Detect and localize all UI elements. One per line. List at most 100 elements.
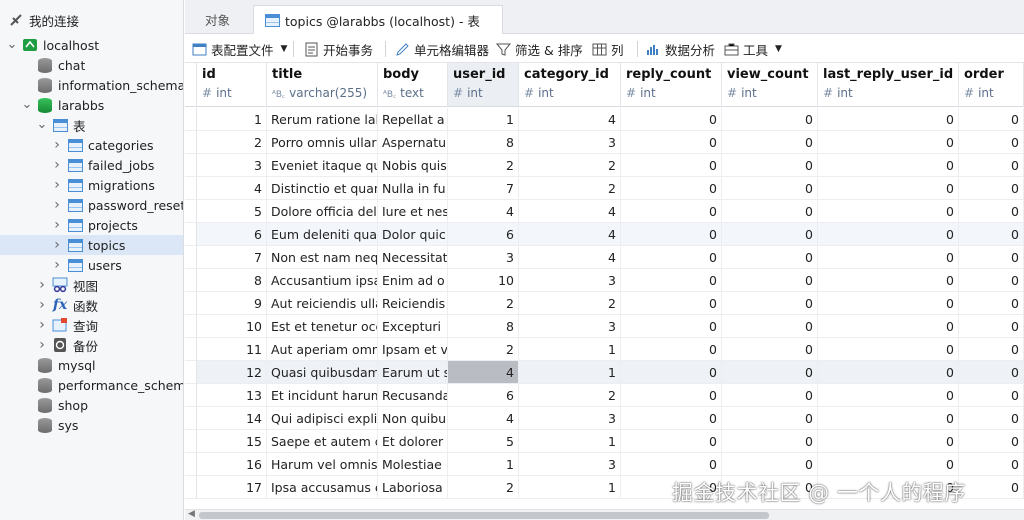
table-cell-last-reply-user-id[interactable]: 0	[818, 131, 959, 154]
table-cell-category-id[interactable]: 4	[519, 200, 621, 223]
table-cell-reply-count[interactable]: 0	[621, 430, 722, 453]
table-cell-view-count[interactable]: 0	[722, 269, 818, 292]
table-cell-last-reply-user-id[interactable]: 0	[818, 246, 959, 269]
row-gutter[interactable]	[185, 154, 197, 177]
table-cell-category-id[interactable]: 3	[519, 315, 621, 338]
sidebar-item-failed_jobs[interactable]: › failed_jobs	[0, 155, 183, 175]
table-cell-last-reply-user-id[interactable]: 0	[818, 108, 959, 131]
table-cell-view-count[interactable]: 0	[722, 131, 818, 154]
sidebar-item-[interactable]: › 备份	[0, 335, 183, 355]
table-cell-user-id[interactable]: 3	[448, 246, 519, 269]
column-header-order[interactable]: order # int	[959, 63, 1024, 107]
table-cell-body[interactable]: Molestiae	[378, 453, 448, 476]
table-cell-category-id[interactable]: 1	[519, 338, 621, 361]
column-header-last-reply-user-id[interactable]: last_reply_user_id # int	[818, 63, 959, 107]
table-cell-title[interactable]: Qui adipisci explic	[267, 407, 378, 430]
table-cell-id[interactable]: 15	[197, 430, 267, 453]
columns-button[interactable]: 列	[591, 39, 624, 59]
chevron-right-icon[interactable]: ›	[51, 177, 63, 193]
table-cell-user-id[interactable]: 1	[448, 108, 519, 131]
tab-topics-table[interactable]: topics @larabbs (localhost) - 表	[253, 5, 503, 34]
table-cell-title[interactable]: Distinctio et quan	[267, 177, 378, 200]
table-cell-reply-count[interactable]: 0	[621, 246, 722, 269]
row-gutter[interactable]	[185, 246, 197, 269]
table-cell-last-reply-user-id[interactable]: 0	[818, 338, 959, 361]
horizontal-scrollbar[interactable]: ◀	[185, 509, 1024, 520]
table-cell-body[interactable]: Dolor quic	[378, 223, 448, 246]
table-cell-user-id[interactable]: 2	[448, 338, 519, 361]
table-cell-title[interactable]: Est et tenetur occ	[267, 315, 378, 338]
table-cell-id[interactable]: 9	[197, 292, 267, 315]
sidebar-item-sys[interactable]: sys	[0, 415, 183, 435]
table-cell-id[interactable]: 4	[197, 177, 267, 200]
table-cell-order[interactable]: 0	[959, 430, 1024, 453]
table-cell-title[interactable]: Harum vel omnis	[267, 453, 378, 476]
filter-sort-button[interactable]: 筛选 & 排序	[495, 39, 583, 59]
table-cell-body[interactable]: Non quibu	[378, 407, 448, 430]
column-header-user-id[interactable]: user_id # int	[448, 63, 519, 107]
table-cell-last-reply-user-id[interactable]: 0	[818, 223, 959, 246]
column-header-body[interactable]: body ᴬB꜀ text	[378, 63, 448, 107]
scroll-left-icon[interactable]: ◀	[188, 509, 195, 519]
table-cell-title[interactable]: Non est nam neq	[267, 246, 378, 269]
chevron-right-icon[interactable]: ›	[51, 137, 63, 153]
table-cell-last-reply-user-id[interactable]: 0	[818, 154, 959, 177]
table-cell-last-reply-user-id[interactable]: 0	[818, 292, 959, 315]
table-cell-reply-count[interactable]: 0	[621, 223, 722, 246]
chevron-right-icon[interactable]: ›	[36, 297, 48, 313]
table-cell-reply-count[interactable]: 0	[621, 407, 722, 430]
table-cell-title[interactable]: Rerum ratione lab	[267, 108, 378, 131]
table-cell-id[interactable]: 12	[197, 361, 267, 384]
row-gutter[interactable]	[185, 200, 197, 223]
table-cell-id[interactable]: 13	[197, 384, 267, 407]
table-cell-order[interactable]: 0	[959, 200, 1024, 223]
table-cell-body[interactable]: Et dolorer	[378, 430, 448, 453]
table-cell-user-id[interactable]: 5	[448, 430, 519, 453]
table-cell-category-id[interactable]: 3	[519, 131, 621, 154]
table-cell-id[interactable]: 7	[197, 246, 267, 269]
table-cell-last-reply-user-id[interactable]: 0	[818, 407, 959, 430]
table-cell-view-count[interactable]: 0	[722, 200, 818, 223]
table-cell-id[interactable]: 16	[197, 453, 267, 476]
table-cell-id[interactable]: 11	[197, 338, 267, 361]
column-header-view-count[interactable]: view_count # int	[722, 63, 818, 107]
table-cell-view-count[interactable]: 0	[722, 246, 818, 269]
table-cell-id[interactable]: 3	[197, 154, 267, 177]
sidebar-item-users[interactable]: › users	[0, 255, 183, 275]
sidebar-item-larabbs[interactable]: ⌄ larabbs	[0, 95, 183, 115]
row-gutter[interactable]	[185, 407, 197, 430]
table-cell-last-reply-user-id[interactable]: 0	[818, 384, 959, 407]
table-cell-reply-count[interactable]: 0	[621, 154, 722, 177]
table-cell-body[interactable]: Nulla in fu	[378, 177, 448, 200]
table-cell-user-id[interactable]: 10	[448, 269, 519, 292]
sidebar-item-topics[interactable]: › topics	[0, 235, 183, 255]
table-cell-order[interactable]: 0	[959, 384, 1024, 407]
table-cell-id[interactable]: 2	[197, 131, 267, 154]
table-cell-order[interactable]: 0	[959, 154, 1024, 177]
sidebar-item-performance_schema[interactable]: performance_schema	[0, 375, 183, 395]
table-cell-reply-count[interactable]: 0	[621, 338, 722, 361]
table-cell-order[interactable]: 0	[959, 361, 1024, 384]
table-cell-category-id[interactable]: 2	[519, 177, 621, 200]
table-cell-view-count[interactable]: 0	[722, 154, 818, 177]
table-cell-user-id[interactable]: 7	[448, 177, 519, 200]
table-cell-category-id[interactable]: 3	[519, 453, 621, 476]
table-cell-id[interactable]: 10	[197, 315, 267, 338]
column-header-category-id[interactable]: category_id # int	[519, 63, 621, 107]
table-cell-user-id[interactable]: 4	[448, 407, 519, 430]
sidebar-item-information_schema[interactable]: information_schema	[0, 75, 183, 95]
table-cell-id[interactable]: 5	[197, 200, 267, 223]
table-cell-order[interactable]: 0	[959, 223, 1024, 246]
table-cell-id[interactable]: 8	[197, 269, 267, 292]
table-cell-view-count[interactable]: 0	[722, 453, 818, 476]
table-cell-category-id[interactable]: 4	[519, 108, 621, 131]
sidebar-item-chat[interactable]: chat	[0, 55, 183, 75]
table-cell-view-count[interactable]: 0	[722, 384, 818, 407]
table-cell-reply-count[interactable]: 0	[621, 108, 722, 131]
table-cell-user-id[interactable]: 4	[448, 361, 519, 384]
table-cell-order[interactable]: 0	[959, 315, 1024, 338]
sidebar-item-[interactable]: ⌄ 表	[0, 115, 183, 135]
table-cell-user-id[interactable]: 6	[448, 384, 519, 407]
table-cell-last-reply-user-id[interactable]: 0	[818, 177, 959, 200]
row-gutter[interactable]	[185, 338, 197, 361]
